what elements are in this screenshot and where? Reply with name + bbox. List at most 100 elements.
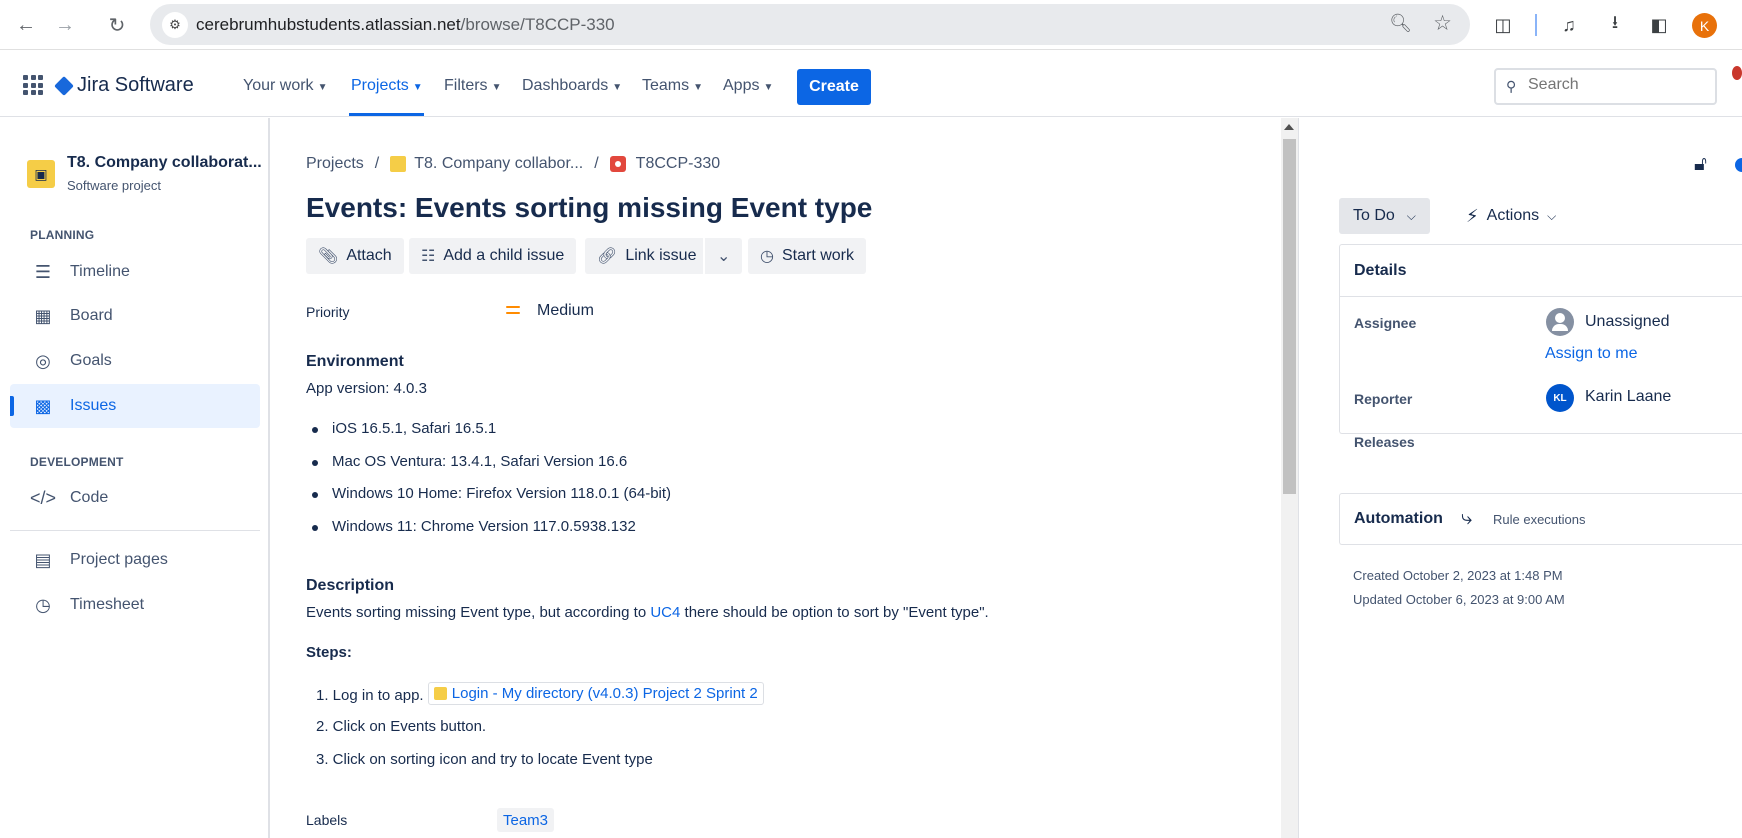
app-switcher-icon[interactable]	[23, 75, 43, 95]
main-scrollbar[interactable]	[1281, 118, 1298, 838]
nav-apps-label: Apps	[723, 77, 760, 94]
description-text[interactable]: Events sorting missing Event type, but a…	[306, 604, 989, 621]
nav-apps[interactable]: Apps ▼	[723, 77, 773, 95]
status-value: To Do	[1353, 207, 1395, 224]
create-button[interactable]: Create	[797, 69, 871, 105]
forward-icon[interactable]: →	[50, 10, 80, 40]
lightning-icon: ⚡︎	[1466, 205, 1479, 226]
product-name: Jira Software	[77, 74, 194, 96]
breadcrumb-project[interactable]: T8. Company collabor...	[414, 155, 583, 173]
nav-dashboards[interactable]: Dashboards ▼	[522, 77, 622, 95]
planning-section-label: PLANNING	[30, 228, 95, 242]
uc4-link[interactable]: UC4	[650, 604, 680, 621]
sidebar-item-label: Project pages	[70, 551, 168, 568]
rule-executions-label: Rule executions	[1493, 512, 1586, 527]
breadcrumb-projects[interactable]: Projects	[306, 155, 364, 173]
timeline-icon: ☰	[34, 261, 52, 282]
chevron-down-icon: ▼	[412, 82, 423, 93]
nav-your-work[interactable]: Your work ▼	[243, 77, 327, 95]
side-panel-icon[interactable]: ◧	[1644, 10, 1674, 40]
sidebar-item-issues[interactable]: ▩ Issues	[10, 384, 260, 428]
nav-filters[interactable]: Filters ▼	[444, 77, 501, 95]
start-work-button[interactable]: ◷ Start work	[748, 238, 866, 274]
browser-toolbar: ← → ↻ ⚙ cerebrumhubstudents.atlassian.ne…	[0, 0, 1742, 50]
bookmark-star-icon[interactable]: ☆	[1433, 11, 1452, 36]
linked-page-card[interactable]: Login - My directory (v4.0.3) Project 2 …	[427, 682, 764, 705]
link-issue-button[interactable]: 🔗︎ Link issue	[585, 238, 709, 274]
sidebar-item-project-pages[interactable]: ▤ Project pages	[10, 538, 260, 582]
more-actions-dropdown[interactable]: ⌄	[703, 238, 743, 274]
scroll-thumb[interactable]	[1283, 139, 1296, 494]
attach-button[interactable]: 📎︎ Attach	[306, 238, 404, 274]
chevron-down-icon: ▼	[763, 82, 774, 93]
add-child-label: Add a child issue	[443, 247, 565, 264]
add-child-issue-button[interactable]: ☷ Add a child issue	[409, 238, 577, 274]
sidebar-divider	[10, 530, 260, 531]
development-section-label: DEVELOPMENT	[30, 455, 124, 469]
clock-icon: ◷	[760, 248, 774, 265]
sidebar-item-label: Issues	[70, 397, 117, 414]
media-controls-icon[interactable]: ♫	[1554, 10, 1584, 40]
assignee-value[interactable]: Unassigned	[1585, 313, 1670, 331]
search-input[interactable]	[1528, 76, 1708, 94]
environment-heading: Environment	[306, 353, 404, 370]
details-heading[interactable]: Details	[1340, 245, 1742, 297]
breadcrumb-issue-key[interactable]: T8CCP-330	[636, 155, 720, 173]
description-before: Events sorting missing Event type, but a…	[306, 604, 651, 621]
nav-teams[interactable]: Teams ▼	[642, 77, 703, 95]
url-text[interactable]: cerebrumhubstudents.atlassian.net/browse…	[196, 15, 615, 35]
link-issue-label: Link issue	[625, 247, 697, 264]
bug-icon	[609, 156, 626, 172]
jira-logo[interactable]: Jira Software	[54, 74, 194, 97]
project-name[interactable]: T8. Company collaborat...	[67, 154, 262, 172]
zoom-icon[interactable]: 🔍︎	[1389, 13, 1412, 34]
watch-icon[interactable]	[1735, 158, 1742, 172]
issue-details-panel: 🔓︎ To Do ⌵ ⚡︎ Actions ⌵ Details Assignee…	[1298, 118, 1742, 838]
extensions-icon[interactable]: ◫	[1488, 10, 1518, 40]
label-chip[interactable]: Team3	[497, 808, 555, 832]
back-icon[interactable]: ←	[11, 10, 41, 40]
assignee-label: Assignee	[1354, 315, 1417, 331]
toolbar-divider	[1535, 14, 1537, 36]
sidebar-item-label: Code	[70, 489, 109, 506]
priority-value[interactable]: Medium	[537, 302, 594, 320]
search-box[interactable]: ⚲	[1494, 68, 1717, 105]
breadcrumb: Projects / T8. Company collabor... / T8C…	[306, 155, 720, 173]
sidebar-item-timeline[interactable]: ☰ Timeline	[10, 250, 260, 294]
sidebar-item-board[interactable]: ▦ Board	[10, 294, 260, 338]
automation-section[interactable]: Automation ⤷ Rule executions	[1339, 493, 1742, 545]
notifications-icon[interactable]	[1732, 66, 1742, 80]
step-item: 2. Click on Events button.	[316, 718, 487, 735]
actions-dropdown[interactable]: ⚡︎ Actions ⌵	[1456, 198, 1566, 234]
step-item: 3. Click on sorting icon and try to loca…	[316, 751, 653, 768]
jira-diamond-icon	[54, 75, 74, 96]
profile-avatar[interactable]: K	[1692, 13, 1717, 38]
reload-icon[interactable]: ↻	[102, 10, 132, 40]
assign-to-me-link[interactable]: Assign to me	[1545, 345, 1637, 363]
issue-title[interactable]: Events: Events sorting missing Event typ…	[306, 192, 872, 224]
environment-item: Windows 10 Home: Firefox Version 118.0.1…	[311, 485, 672, 502]
reporter-value[interactable]: Karin Laane	[1585, 388, 1671, 406]
page-card-icon	[433, 687, 447, 700]
step-item: 1. Log in to app. Login - My directory (…	[316, 682, 764, 705]
sidebar-item-timesheet[interactable]: ◷ Timesheet	[10, 583, 260, 627]
environment-item: Windows 11: Chrome Version 117.0.5938.13…	[312, 518, 636, 535]
site-settings-icon[interactable]: ⚙	[162, 12, 188, 38]
lock-icon[interactable]: 🔓︎	[1694, 153, 1707, 176]
project-icon	[390, 156, 407, 172]
unassigned-avatar	[1546, 308, 1574, 336]
nav-projects[interactable]: Projects ▼	[351, 77, 423, 95]
clock-icon: ◷	[35, 594, 51, 615]
download-icon[interactable]: ⭳	[1600, 10, 1630, 40]
sidebar-item-goals[interactable]: ◎ Goals	[10, 339, 260, 383]
created-date: Created October 2, 2023 at 1:48 PM	[1353, 568, 1563, 583]
jira-top-nav: Jira Software Your work ▼ Projects ▼ Filte…	[0, 50, 1742, 117]
sidebar-item-label: Timesheet	[70, 596, 145, 613]
board-icon: ▦	[34, 305, 52, 326]
search-icon: ⚲	[1506, 78, 1517, 94]
status-dropdown[interactable]: To Do ⌵	[1339, 198, 1430, 234]
address-bar[interactable]: ⚙ cerebrumhubstudents.atlassian.net/brow…	[150, 4, 1470, 45]
lightning-icon: ⤷	[1461, 507, 1473, 529]
scroll-up-arrow-icon[interactable]	[1284, 124, 1294, 130]
sidebar-item-code[interactable]: </> Code	[10, 476, 260, 520]
